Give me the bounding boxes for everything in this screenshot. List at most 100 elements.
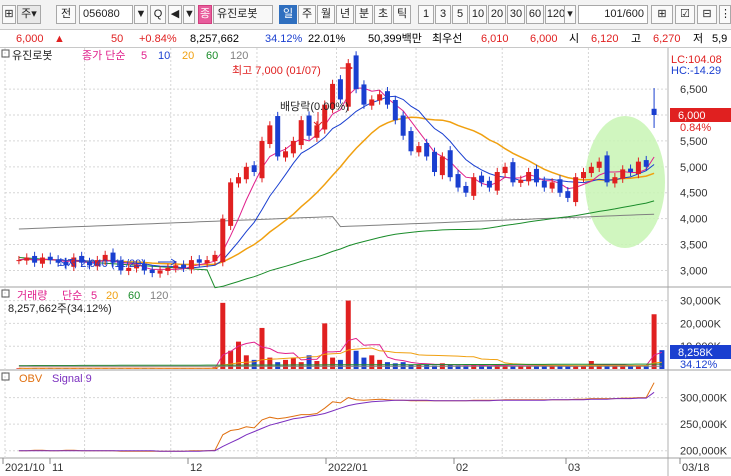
candle-body <box>526 172 532 182</box>
candle-body <box>628 168 634 172</box>
pin-icon[interactable]: ⊞ <box>2 5 16 24</box>
volume-bar <box>557 366 563 369</box>
tab-period-0[interactable]: 일 <box>279 5 297 24</box>
candle-body <box>353 55 359 90</box>
volume-bar <box>322 323 328 369</box>
market-label: 주 <box>21 8 32 20</box>
chart-area[interactable]: 3,000 3,500 4,000 4,500 5,000 5,500 6,000 6,500… <box>0 48 731 476</box>
candle-body <box>518 179 524 183</box>
candle-body <box>361 84 367 105</box>
legend-ma-60: 60 <box>206 50 218 62</box>
x-axis-label: 11 <box>52 462 63 474</box>
candle-body <box>157 270 163 274</box>
check-tool-icon[interactable]: ☑ <box>675 5 695 24</box>
candle-body <box>314 125 320 138</box>
legend-ma-20: 20 <box>182 50 194 62</box>
candle-body <box>510 162 516 183</box>
candle-body <box>181 264 187 268</box>
candle-body <box>408 131 414 152</box>
grid-tool-icon[interactable]: ⊞ <box>651 5 673 24</box>
volume-bar <box>416 364 422 369</box>
market-select[interactable]: 주▾ <box>17 5 41 24</box>
candle-body <box>455 174 461 188</box>
high-label: 고 <box>631 33 642 45</box>
candle-body <box>220 218 226 263</box>
stock-badge: 종 <box>198 5 212 24</box>
speaker-icon[interactable]: ◀ <box>168 5 182 24</box>
candle-body <box>447 150 453 178</box>
candle-body <box>432 151 438 172</box>
tab-period-1[interactable]: 주 <box>298 5 316 24</box>
prev-button[interactable]: 전 <box>56 5 76 24</box>
legend-ma-label: 종가 단순 <box>82 49 126 62</box>
tab-interval-3[interactable]: 3 <box>435 5 451 24</box>
candle-body <box>24 257 30 261</box>
candle-body <box>604 155 610 183</box>
tab-interval-10[interactable]: 10 <box>469 5 487 24</box>
annotation-low: 최저 2,940 (11/29) <box>57 257 145 270</box>
quote-amount: 50,399백만 <box>368 33 422 45</box>
last-price-label: 6,000 <box>678 110 706 122</box>
more-tool-icon[interactable]: ⋮ <box>719 5 731 24</box>
candle-body <box>549 182 555 189</box>
code-input[interactable]: 056080 <box>79 5 133 24</box>
candle-body <box>228 182 234 226</box>
tab-period-6[interactable]: 틱 <box>393 5 411 24</box>
tab-period-2[interactable]: 월 <box>317 5 335 24</box>
layout-tool-icon[interactable]: ⊟ <box>697 5 717 24</box>
legend-ma-5: 5 <box>141 50 147 62</box>
chart-svg[interactable]: 3,000 3,500 4,000 4,500 5,000 5,500 6,000 6,500… <box>0 48 731 476</box>
candle-body <box>573 177 579 203</box>
candle-body <box>596 161 602 168</box>
tab-period-3[interactable]: 년 <box>336 5 354 24</box>
speaker-dropdown-icon[interactable]: ▼ <box>183 5 195 24</box>
high-value: 6,270 <box>653 33 681 45</box>
candle-body <box>424 142 430 157</box>
search-icon[interactable]: Q <box>150 5 166 24</box>
tab-interval-30[interactable]: 30 <box>507 5 525 24</box>
quote-arrow: ▲ <box>54 33 65 45</box>
stock-name-field[interactable]: 유진로봇 <box>213 5 273 24</box>
vol-label: 거래량 <box>17 289 47 302</box>
x-axis-label: 2021/10 <box>5 462 45 474</box>
volume-bar <box>298 362 304 369</box>
open-label: 시 <box>569 33 580 45</box>
candle-body <box>337 79 343 100</box>
candle-body <box>377 94 383 101</box>
price-tick-label: 3,500 <box>680 240 708 252</box>
vol-ma-5: 5 <box>91 290 97 302</box>
candle-body <box>173 265 179 269</box>
obv-tick-label: 200,000K <box>680 446 728 458</box>
quote-volume: 8,257,662 <box>190 33 239 45</box>
volume-bar <box>384 362 390 369</box>
obv-tick-label: 250,000K <box>680 419 728 431</box>
legend-ma-10: 10 <box>158 50 170 62</box>
candle-body <box>16 260 22 262</box>
tab-interval-5[interactable]: 5 <box>452 5 468 24</box>
obv-label: OBV <box>19 373 43 385</box>
vol-tick-label: 30,000K <box>680 296 722 308</box>
volume-bar <box>259 327 265 369</box>
obv-signal-label: Signal 9 <box>52 373 92 385</box>
quote-change: 50 <box>111 33 124 45</box>
candle-body <box>557 179 563 193</box>
vol-last-pct: 34.12% <box>680 359 718 371</box>
code-dropdown-icon[interactable]: ▼ <box>134 5 148 24</box>
candle-body <box>251 165 257 172</box>
interval-dropdown-icon[interactable]: ▾ <box>564 5 576 24</box>
candle-body <box>471 177 477 196</box>
x-axis-label: 12 <box>190 462 202 474</box>
candle-body <box>651 108 657 115</box>
tab-interval-1[interactable]: 1 <box>418 5 434 24</box>
volume-bar <box>369 355 375 369</box>
candle-body <box>486 180 492 188</box>
tab-interval-60[interactable]: 60 <box>526 5 544 24</box>
tab-period-5[interactable]: 초 <box>374 5 392 24</box>
candle-body <box>400 115 406 136</box>
tab-interval-20[interactable]: 20 <box>488 5 506 24</box>
candle-body <box>581 172 587 179</box>
tab-period-4[interactable]: 분 <box>355 5 373 24</box>
low-value: 5,9 <box>712 33 728 45</box>
volume-bar <box>275 362 281 369</box>
x-axis-label: 2022/01 <box>328 462 368 474</box>
